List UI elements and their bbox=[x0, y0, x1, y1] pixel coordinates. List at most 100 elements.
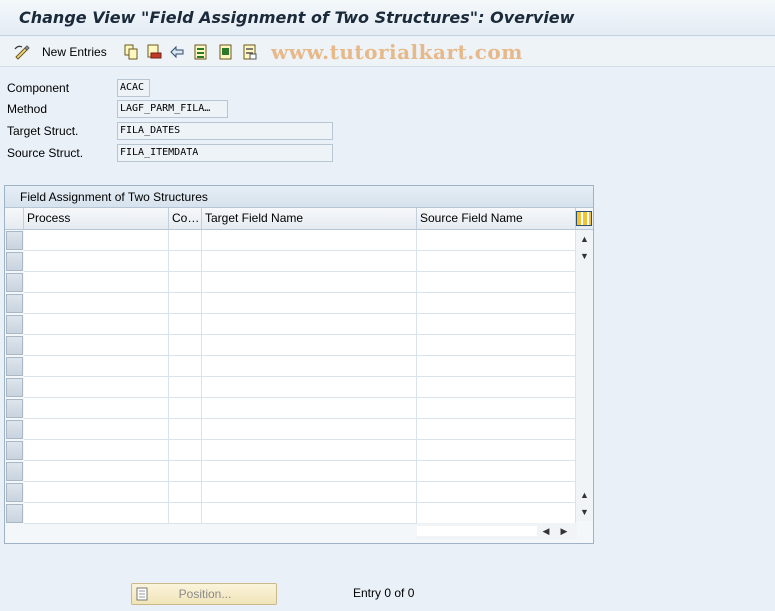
row-selector[interactable] bbox=[6, 315, 23, 334]
select-block-button[interactable] bbox=[218, 42, 234, 62]
row-selector[interactable] bbox=[6, 273, 23, 292]
table-cell[interactable] bbox=[24, 314, 169, 335]
table-cell[interactable] bbox=[169, 440, 202, 461]
row-selector[interactable] bbox=[6, 462, 23, 481]
table-cell[interactable] bbox=[24, 440, 169, 461]
scroll-right-icon[interactable]: ▶ bbox=[557, 523, 571, 539]
method-field[interactable]: LAGF_PARM_FILA… bbox=[117, 100, 228, 118]
table-cell[interactable] bbox=[417, 293, 576, 314]
table-cell[interactable] bbox=[202, 230, 417, 251]
table-cell[interactable] bbox=[169, 419, 202, 440]
table-cell[interactable] bbox=[202, 482, 417, 503]
select-all-button[interactable] bbox=[193, 42, 209, 62]
column-header-co[interactable]: Co… bbox=[169, 208, 202, 230]
table-cell[interactable] bbox=[24, 398, 169, 419]
table-cell[interactable] bbox=[417, 251, 576, 272]
table-cell[interactable] bbox=[169, 398, 202, 419]
table-cell[interactable] bbox=[169, 314, 202, 335]
copy-button[interactable] bbox=[123, 42, 139, 62]
table-cell[interactable] bbox=[202, 440, 417, 461]
table-cell[interactable] bbox=[417, 461, 576, 482]
table-cell[interactable] bbox=[417, 419, 576, 440]
table-cell[interactable] bbox=[169, 251, 202, 272]
row-selector[interactable] bbox=[6, 336, 23, 355]
row-selector[interactable] bbox=[6, 252, 23, 271]
table-cell[interactable] bbox=[417, 398, 576, 419]
table-cell[interactable] bbox=[24, 503, 169, 524]
page-down-icon[interactable]: ▼ bbox=[576, 247, 593, 264]
table-cell[interactable] bbox=[202, 335, 417, 356]
table-cell[interactable] bbox=[169, 272, 202, 293]
target-struct-field[interactable]: FILA_DATES bbox=[117, 122, 333, 140]
table-cell[interactable] bbox=[169, 482, 202, 503]
table-settings-icon[interactable] bbox=[576, 211, 592, 226]
vertical-scrollbar[interactable]: ▲ ▼ ▲ ▼ bbox=[576, 230, 593, 521]
row-selector[interactable] bbox=[6, 378, 23, 397]
table-cell[interactable] bbox=[202, 461, 417, 482]
scroll-up-icon[interactable]: ▲ bbox=[576, 230, 593, 247]
scroll-down-icon[interactable]: ▼ bbox=[576, 503, 593, 520]
table-cell[interactable] bbox=[169, 293, 202, 314]
table-cell[interactable] bbox=[417, 314, 576, 335]
row-selector[interactable] bbox=[6, 231, 23, 250]
horizontal-scroll-track[interactable] bbox=[417, 526, 537, 536]
table-cell[interactable] bbox=[24, 356, 169, 377]
table-cell[interactable] bbox=[169, 377, 202, 398]
table-cell[interactable] bbox=[202, 356, 417, 377]
row-selector[interactable] bbox=[6, 357, 23, 376]
table-cell[interactable] bbox=[417, 503, 576, 524]
source-struct-field[interactable]: FILA_ITEMDATA bbox=[117, 144, 333, 162]
row-selector[interactable] bbox=[6, 399, 23, 418]
table-cell[interactable] bbox=[417, 335, 576, 356]
component-field[interactable]: ACAC bbox=[117, 79, 150, 97]
table-cell[interactable] bbox=[169, 503, 202, 524]
column-header-source-field[interactable]: Source Field Name bbox=[417, 208, 576, 230]
column-header-process[interactable]: Process bbox=[24, 208, 169, 230]
row-selector[interactable] bbox=[6, 420, 23, 439]
table-cell[interactable] bbox=[169, 356, 202, 377]
content-area: Component ACAC Method LAGF_PARM_FILA… Ta… bbox=[0, 68, 775, 611]
row-selector[interactable] bbox=[6, 504, 23, 523]
table-cell[interactable] bbox=[169, 335, 202, 356]
table-cell[interactable] bbox=[169, 461, 202, 482]
undo-button[interactable] bbox=[169, 42, 185, 62]
table-cell[interactable] bbox=[24, 335, 169, 356]
deselect-all-button[interactable] bbox=[242, 42, 258, 62]
table-cell[interactable] bbox=[202, 377, 417, 398]
table-cell[interactable] bbox=[202, 398, 417, 419]
table-cell[interactable] bbox=[169, 230, 202, 251]
row-selector[interactable] bbox=[6, 441, 23, 460]
table-cell[interactable] bbox=[202, 503, 417, 524]
table-cell[interactable] bbox=[24, 293, 169, 314]
table-cell[interactable] bbox=[24, 419, 169, 440]
table-cell[interactable] bbox=[24, 377, 169, 398]
table-cell[interactable] bbox=[417, 272, 576, 293]
horizontal-scrollbar[interactable]: ◀ ▶ bbox=[417, 523, 577, 539]
column-header-target-field[interactable]: Target Field Name bbox=[202, 208, 417, 230]
table-cell[interactable] bbox=[24, 482, 169, 503]
table-cell[interactable] bbox=[202, 293, 417, 314]
watermark: www.tutorialkart.com bbox=[271, 40, 523, 64]
delete-button[interactable] bbox=[146, 42, 162, 62]
new-entries-button[interactable]: New Entries bbox=[14, 42, 107, 62]
position-button[interactable]: Position... bbox=[131, 583, 277, 605]
row-selector[interactable] bbox=[6, 483, 23, 502]
table-cell[interactable] bbox=[202, 314, 417, 335]
table-cell[interactable] bbox=[202, 251, 417, 272]
table-cell[interactable] bbox=[417, 440, 576, 461]
table-cell[interactable] bbox=[24, 461, 169, 482]
table-cell[interactable] bbox=[202, 419, 417, 440]
title-bar: Change View "Field Assignment of Two Str… bbox=[0, 0, 775, 36]
table-cell[interactable] bbox=[202, 272, 417, 293]
page-up-icon[interactable]: ▲ bbox=[576, 486, 593, 503]
table-cell[interactable] bbox=[417, 377, 576, 398]
table-cell[interactable] bbox=[417, 356, 576, 377]
table-cell[interactable] bbox=[417, 230, 576, 251]
table-cell[interactable] bbox=[24, 251, 169, 272]
select-all-rows-header[interactable] bbox=[5, 208, 24, 230]
row-selector[interactable] bbox=[6, 294, 23, 313]
table-cell[interactable] bbox=[417, 482, 576, 503]
table-cell[interactable] bbox=[24, 230, 169, 251]
scroll-left-icon[interactable]: ◀ bbox=[539, 523, 553, 539]
table-cell[interactable] bbox=[24, 272, 169, 293]
